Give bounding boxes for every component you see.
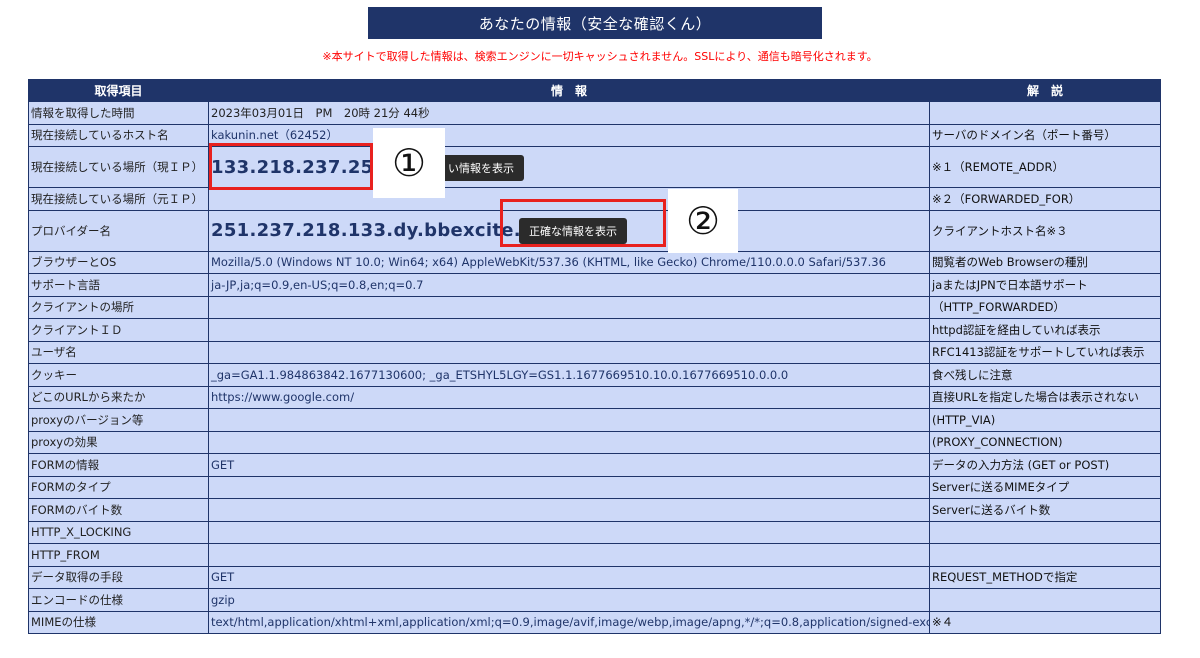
table-row: proxyのバージョン等 (HTTP_VIA) [28,408,1161,432]
row-description: クライアントホスト名※３ [929,209,1161,252]
row-value: GET [208,453,930,477]
table-row: HTTP_FROM [28,543,1161,567]
row-description: 閲覧者のWeb Browserの種別 [929,250,1161,274]
row-label: FORMの情報 [28,453,209,477]
row-label: FORMのバイト数 [28,498,209,522]
row-label: 現在接続している場所（現ＩＰ） [28,146,209,188]
row-description: httpd認証を経由していれば表示 [929,318,1161,342]
table-row: クライアントＩＤ httpd認証を経由していれば表示 [28,318,1161,342]
marker-two: ② [668,189,738,253]
table-row: HTTP_X_LOCKING [28,520,1161,544]
row-label: クッキー [28,363,209,387]
row-label: HTTP_X_LOCKING [28,520,209,544]
table-row: 情報を取得した時間 2023年03月01日 PM 20時 21分 44秒 [28,101,1161,125]
row-description: Serverに送るMIMEタイプ [929,475,1161,499]
row-label: データ取得の手段 [28,565,209,589]
row-description: 食べ残しに注意 [929,363,1161,387]
row-label: ユーザ名 [28,340,209,364]
row-value [208,498,930,522]
row-label: 情報を取得した時間 [28,101,209,125]
table-row: 現在接続しているホスト名 kakunin.net（62452） サーバのドメイン… [28,123,1161,147]
row-value [208,475,930,499]
row-label: エンコードの仕様 [28,588,209,612]
row-value: https://www.google.com/ [208,385,930,409]
table-row: proxyの効果 (PROXY_CONNECTION) [28,430,1161,454]
table-header-row: 取得項目 情 報 解 説 [28,79,1161,102]
row-description: jaまたはJPNで日本語サポート [929,273,1161,297]
table-row: FORMのバイト数 Serverに送るバイト数 [28,498,1161,522]
row-value [208,340,930,364]
row-description: ※２（FORWARDED_FOR） [929,187,1161,211]
table-row: サポート言語 ja-JP,ja;q=0.9,en-US;q=0.8,en;q=0… [28,273,1161,297]
table-row: どこのURLから来たか https://www.google.com/ 直接UR… [28,385,1161,409]
row-description [929,520,1161,544]
row-description: ※１（REMOTE_ADDR） [929,146,1161,188]
table-row: エンコードの仕様 gzip [28,588,1161,612]
row-value: gzip [208,588,930,612]
table-row: MIMEの仕様 text/html,application/xhtml+xml,… [28,610,1161,634]
row-value: 2023年03月01日 PM 20時 21分 44秒 [208,101,930,125]
column-header-item: 取得項目 [28,79,209,102]
row-description: ※４ [929,610,1161,634]
table-row: FORMのタイプ Serverに送るMIMEタイプ [28,475,1161,499]
row-value [208,408,930,432]
highlight-box-ip [209,143,373,190]
table-row: ブラウザーとOS Mozilla/5.0 (Windows NT 10.0; W… [28,250,1161,274]
security-notice: ※本サイトで取得した情報は、検索エンジンに一切キャッシュされません。SSLにより… [322,50,878,63]
row-value: GET [208,565,930,589]
row-label: 現在接続している場所（元ＩＰ） [28,187,209,211]
row-label: FORMのタイプ [28,475,209,499]
row-label: HTTP_FROM [28,543,209,567]
row-value: text/html,application/xhtml+xml,applicat… [208,610,930,634]
page: あなたの情報（安全な確認くん） ※本サイトで取得した情報は、検索エンジンに一切キ… [0,0,1200,658]
row-description: REQUEST_METHODで指定 [929,565,1161,589]
table-row: データ取得の手段 GET REQUEST_METHODで指定 [28,565,1161,589]
row-description: Serverに送るバイト数 [929,498,1161,522]
row-description [929,588,1161,612]
table-row: FORMの情報 GET データの入力方法 (GET or POST) [28,453,1161,477]
row-label: クライアントの場所 [28,295,209,319]
row-description [929,101,1161,125]
page-title: あなたの情報（安全な確認くん） [368,7,822,39]
table-row: クライアントの場所 （HTTP_FORWARDED） [28,295,1161,319]
info-table: 取得項目 情 報 解 説 情報を取得した時間 2023年03月01日 PM 20… [28,79,1161,634]
column-header-description: 解 説 [929,79,1161,102]
row-label: proxyの効果 [28,430,209,454]
row-label: ブラウザーとOS [28,250,209,274]
row-label: どこのURLから来たか [28,385,209,409]
row-description: （HTTP_FORWARDED） [929,295,1161,319]
highlight-box-accurate-button [500,199,666,247]
row-value [208,430,930,454]
table-row: 現在接続している場所（現ＩＰ） 133.218.237.251 ※１（REMOT… [28,146,1161,188]
row-description: 直接URLを指定した場合は表示されない [929,385,1161,409]
table-row: クッキー _ga=GA1.1.984863842.1677130600; _ga… [28,363,1161,387]
row-value [208,543,930,567]
row-value [208,520,930,544]
table-row: ユーザ名 RFC1413認証をサポートしていれば表示 [28,340,1161,364]
row-description: RFC1413認証をサポートしていれば表示 [929,340,1161,364]
row-label: クライアントＩＤ [28,318,209,342]
column-header-info: 情 報 [208,79,930,102]
row-label: MIMEの仕様 [28,610,209,634]
row-value: Mozilla/5.0 (Windows NT 10.0; Win64; x64… [208,250,930,274]
provider-host-value: 251.237.218.133.dy.bbexcite.jp [211,220,541,241]
row-description: (PROXY_CONNECTION) [929,430,1161,454]
row-label: 現在接続しているホスト名 [28,123,209,147]
row-label: サポート言語 [28,273,209,297]
show-info-button[interactable]: い情報を表示 [438,155,524,181]
row-value [208,295,930,319]
row-description [929,543,1161,567]
marker-one: ① [373,128,445,198]
row-value: ja-JP,ja;q=0.9,en-US;q=0.8,en;q=0.7 [208,273,930,297]
row-description: サーバのドメイン名（ポート番号） [929,123,1161,147]
row-description: (HTTP_VIA) [929,408,1161,432]
row-label: プロバイダー名 [28,209,209,252]
row-value: _ga=GA1.1.984863842.1677130600; _ga_ETSH… [208,363,930,387]
row-label: proxyのバージョン等 [28,408,209,432]
row-description: データの入力方法 (GET or POST) [929,453,1161,477]
row-value [208,318,930,342]
